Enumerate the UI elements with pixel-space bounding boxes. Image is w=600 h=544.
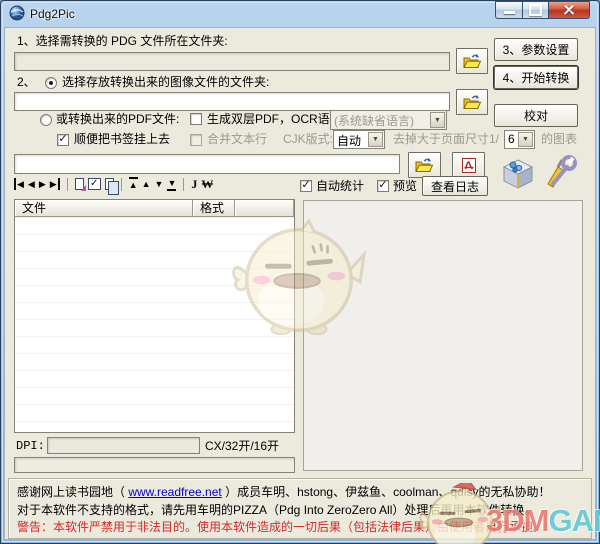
move-bottom-icon[interactable]: ▼ [167, 177, 176, 191]
preview-label[interactable]: 预览 [393, 179, 417, 194]
open-folder-icon [463, 54, 482, 69]
preview-panel [303, 200, 583, 471]
dual-layer-label[interactable]: 生成双层PDF，OCR语言: [207, 112, 345, 127]
pdg2pic-window: Pdg2Pic 1、选择需转换的 PDG 文件所在文件夹: 2、 选择存放转换出… [0, 0, 600, 544]
move-down-icon[interactable]: ▼ [155, 178, 164, 190]
chevron-down-icon[interactable]: ▼ [518, 132, 533, 147]
toolbar-separator [121, 178, 122, 191]
open-folder-icon [463, 95, 482, 110]
maximize-button[interactable] [522, 1, 549, 19]
bookmark-tool-icon[interactable]: ₩ [201, 178, 213, 190]
file-table[interactable]: 文件 格式 [14, 199, 295, 433]
file-list-toolbar: ◀ ◀ ▶ ▶ ✓ ▲ ▲ ▼ ▼ J ₩ [14, 176, 213, 192]
cjk-layout-value: 自动 [337, 132, 367, 149]
auto-stats-checkbox[interactable]: ✓ [300, 180, 312, 192]
doc-tag [81, 185, 86, 191]
jump-icon[interactable]: J [191, 178, 197, 190]
toolbar-separator [183, 178, 184, 191]
step2-number: 2、 [17, 75, 36, 90]
tools-icon[interactable] [540, 154, 578, 189]
nav-first-icon[interactable]: ◀ [14, 178, 24, 190]
strip-chart-select[interactable]: 6 ▼ [504, 130, 535, 149]
strip-chart-value: 6 [508, 132, 517, 146]
cjk-layout-select[interactable]: 自动 ▼ [333, 130, 385, 149]
merge-text-label: 合并文本行 [207, 132, 267, 147]
ocr-language-select[interactable]: (系统缺省语言) ▼ [330, 110, 447, 130]
column-header-extra[interactable] [235, 200, 294, 217]
window-title: Pdg2Pic [30, 7, 75, 21]
pdf-path-input[interactable] [14, 154, 400, 174]
cjk-layout-label: CJK版式: [283, 132, 333, 147]
dual-layer-checkbox[interactable] [190, 113, 202, 125]
toolbar-separator [67, 178, 68, 191]
close-button[interactable] [549, 1, 590, 19]
minimize-icon [504, 11, 515, 14]
output-image-radio[interactable] [45, 77, 57, 89]
settings-button[interactable]: 3、参数设置 [494, 38, 578, 61]
chevron-down-icon[interactable]: ▼ [368, 132, 383, 147]
strip-chart-suffix: 的图表 [541, 132, 577, 147]
title-bar[interactable]: Pdg2Pic [0, 0, 600, 27]
strip-chart-prefix: 去掉大于页面尺寸1/ [393, 132, 499, 147]
package-icon[interactable] [502, 157, 535, 190]
thanks-suffix: ）成员车明、hstong、伊兹鱼、coolman、qdlsy的无私协助！ [222, 485, 551, 499]
thanks-line: 感谢网上读书园地（ www.readfree.net ）成员车明、hstong、… [17, 483, 550, 500]
column-header-format[interactable]: 格式 [193, 200, 235, 217]
step1-label: 1、选择需转换的 PDG 文件所在文件夹: [17, 34, 228, 49]
bookmark-checkbox[interactable]: ✓ [57, 134, 69, 146]
pdf-icon [461, 157, 477, 174]
select-files-icon[interactable] [75, 178, 84, 190]
auto-stats-label[interactable]: 自动统计 [316, 179, 364, 194]
browse-output-button[interactable] [456, 89, 488, 115]
proofread-button[interactable]: 校对 [494, 104, 578, 127]
output-folder-input[interactable] [14, 92, 450, 111]
nav-prev-icon[interactable]: ◀ [28, 178, 35, 190]
readfree-link[interactable]: www.readfree.net [128, 485, 221, 499]
app-icon [9, 5, 25, 21]
chevron-down-icon[interactable]: ▼ [430, 112, 445, 128]
column-header-file[interactable]: 文件 [15, 200, 193, 217]
preview-checkbox[interactable]: ✓ [377, 180, 389, 192]
dpi-label: DPI: [16, 439, 45, 454]
tip-line: 对于本软件不支持的格式，请先用车明的PIZZA（Pdg Into ZeroZer… [17, 501, 536, 518]
pdf-radio-label[interactable]: 或转换出来的PDF文件: [56, 112, 179, 127]
move-top-icon[interactable]: ▲ [129, 177, 138, 191]
nav-next-icon[interactable]: ▶ [39, 178, 46, 190]
copy-list-icon[interactable] [105, 178, 114, 190]
warning-line: 警告：本软件严禁用于非法目的。使用本软件造成的一切后果（包括法律后果）由使用者自… [17, 518, 545, 535]
browse-pdf-button[interactable] [408, 152, 441, 178]
nav-last-icon[interactable]: ▶ [50, 178, 60, 190]
open-folder-icon [415, 158, 434, 173]
output-pdf-radio[interactable] [40, 114, 52, 126]
progress-bar [14, 457, 295, 473]
pdf-file-button[interactable] [452, 152, 485, 178]
radio-dot [49, 81, 53, 85]
merge-text-checkbox[interactable] [190, 134, 202, 146]
view-log-button[interactable]: 查看日志 [422, 176, 488, 196]
bookmark-label[interactable]: 顺便把书签挂上去 [74, 132, 170, 147]
source-folder-input[interactable] [14, 52, 450, 71]
maximize-icon [529, 4, 542, 16]
footer-box: 感谢网上读书园地（ www.readfree.net ）成员车明、hstong、… [8, 478, 592, 539]
ocr-language-value: (系统缺省语言) [334, 112, 429, 129]
file-table-header: 文件 格式 [15, 200, 294, 217]
step2-label[interactable]: 选择存放转换出来的图像文件的文件夹: [62, 75, 269, 90]
format-info: CX/32开/16开 [205, 439, 279, 454]
start-convert-button[interactable]: 4、开始转换 [494, 66, 578, 89]
minimize-button[interactable] [495, 1, 522, 19]
caption-buttons [495, 1, 590, 19]
thanks-prefix: 感谢网上读书园地（ [17, 485, 128, 499]
browse-source-button[interactable] [456, 48, 488, 74]
move-up-icon[interactable]: ▲ [142, 178, 151, 190]
dpi-input[interactable] [47, 437, 200, 454]
verify-files-icon[interactable]: ✓ [88, 178, 101, 190]
